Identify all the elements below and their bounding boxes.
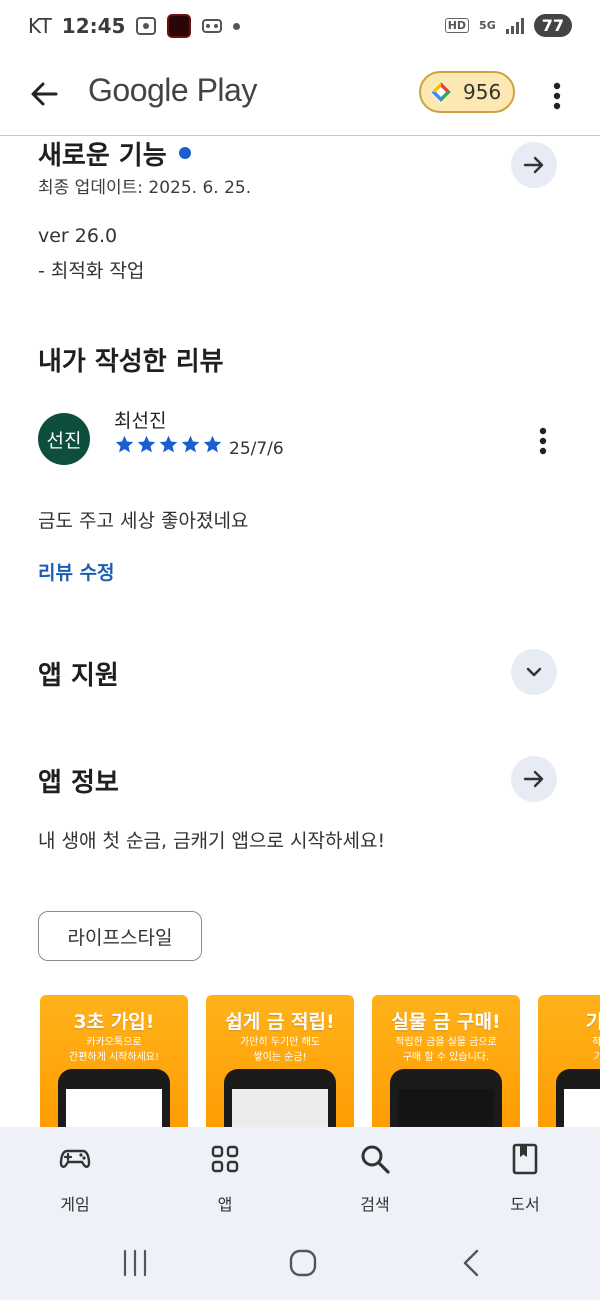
whats-new-title: 새로운 기능 bbox=[38, 141, 167, 171]
phone-mockup bbox=[58, 1069, 170, 1127]
whats-new-arrow-button[interactable] bbox=[511, 142, 557, 188]
status-left: KT 12:45 bbox=[28, 14, 241, 38]
screenshot-carousel[interactable]: 3초 가입! 카카오톡으로 간편하게 시작하세요! 쉽게 금 적립! 가만히 두… bbox=[0, 993, 600, 1127]
review-date: 25/7/6 bbox=[229, 439, 284, 459]
chevron-down-icon bbox=[526, 667, 542, 677]
screenshot-title: 쉽게 금 적립! bbox=[225, 1011, 335, 1033]
app-support-expand-button[interactable] bbox=[511, 649, 557, 695]
phone-screen bbox=[232, 1089, 328, 1127]
nav-item-games[interactable]: 게임 bbox=[25, 1143, 125, 1215]
play-points-icon bbox=[430, 81, 452, 103]
version-text: ver 26.0 bbox=[38, 225, 118, 247]
nav-label-games: 게임 bbox=[60, 1195, 90, 1214]
nav-label-search: 검색 bbox=[360, 1195, 390, 1214]
avatar: 선진 bbox=[38, 413, 90, 465]
app-info-title: 앱 정보 bbox=[38, 768, 119, 798]
phone-mockup bbox=[390, 1069, 502, 1127]
play-points-value: 956 bbox=[463, 80, 502, 104]
screenshot-subtitle-line: 카카오톡으로 bbox=[86, 1037, 142, 1048]
status-bar: KT 12:45 HD 5G 77 bbox=[0, 0, 600, 56]
battery-icon: 77 bbox=[533, 14, 572, 37]
recent-apps-icon[interactable] bbox=[117, 1247, 153, 1279]
screenshot-card[interactable]: 쉽게 금 적립! 가만히 두기만 해도 쌓이는 순금! bbox=[206, 995, 354, 1127]
search-icon bbox=[361, 1145, 390, 1174]
release-notes: - 최적화 작업 bbox=[38, 260, 145, 282]
screenshot-subtitle: 카카오톡으로 간편하게 시작하세요! bbox=[40, 1035, 188, 1065]
star-icon bbox=[115, 435, 134, 453]
phone-screen bbox=[564, 1089, 600, 1127]
app-support-title: 앱 지원 bbox=[38, 661, 119, 691]
review-text: 금도 주고 세상 좋아졌네요 bbox=[38, 510, 249, 532]
category-chip[interactable]: 라이프스타일 bbox=[38, 911, 202, 961]
screenshot-subtitle-line: 적립한 금을 실물 금으로 bbox=[395, 1037, 497, 1048]
screenshot-card[interactable]: 3초 가입! 카카오톡으로 간편하게 시작하세요! bbox=[40, 995, 188, 1127]
system-navigation-bar bbox=[0, 1225, 600, 1300]
screenshot-subtitle-line: 구매 할 수 있습니다. bbox=[402, 1052, 490, 1063]
apps-grid-icon bbox=[211, 1145, 239, 1173]
nav-item-apps[interactable]: 앱 bbox=[175, 1143, 275, 1215]
nav-item-search[interactable]: 검색 bbox=[325, 1143, 425, 1215]
app-bar: Google Play 956 bbox=[0, 56, 600, 136]
status-right: HD 5G 77 bbox=[444, 14, 572, 37]
screenshot-title: 실물 금 구매! bbox=[391, 1011, 501, 1033]
screenshot-title: 기프티 bbox=[585, 1011, 600, 1033]
screenshot-subtitle: 적립한 금을 실물 금으로 구매 할 수 있습니다. bbox=[372, 1035, 520, 1065]
my-review-title: 내가 작성한 리뷰 bbox=[38, 347, 224, 377]
screenshot-subtitle: 적립한 금 기프티콘 bbox=[538, 1035, 600, 1065]
edit-review-link[interactable]: 리뷰 수정 bbox=[38, 558, 115, 585]
hd-voice-icon: HD bbox=[444, 18, 470, 33]
new-indicator-dot bbox=[178, 146, 191, 159]
star-icon bbox=[203, 435, 222, 453]
back-icon[interactable] bbox=[453, 1247, 489, 1279]
signal-icon bbox=[505, 17, 524, 34]
game-app-notification-icon bbox=[167, 14, 192, 38]
screenshot-subtitle-line: 간편하게 시작하세요! bbox=[69, 1052, 159, 1063]
gamepad-icon bbox=[59, 1149, 91, 1168]
star-icon bbox=[159, 435, 178, 453]
voicemail-icon bbox=[202, 19, 223, 33]
screenshot-card[interactable]: 기프티 적립한 금 기프티콘 bbox=[538, 995, 600, 1127]
screenshot-subtitle-line: 쌓이는 순금! bbox=[253, 1052, 307, 1063]
app-description: 내 생애 첫 순금, 금캐기 앱으로 시작하세요! bbox=[38, 830, 386, 852]
screenshot-subtitle-line: 가만히 두기만 해도 bbox=[240, 1037, 320, 1048]
app-info-arrow-button[interactable] bbox=[511, 756, 557, 802]
more-notifications-dot-icon bbox=[233, 22, 241, 30]
arrow-right-icon bbox=[523, 156, 544, 174]
star-rating bbox=[114, 434, 223, 455]
last-updated: 최종 업데이트: 2025. 6. 25. bbox=[38, 178, 252, 198]
screenshot-subtitle-line: 기프티콘 bbox=[593, 1052, 600, 1063]
play-points-button[interactable]: 956 bbox=[419, 71, 515, 113]
review-more-options-icon[interactable] bbox=[528, 424, 558, 458]
phone-mockup bbox=[224, 1069, 336, 1127]
star-icon bbox=[137, 435, 156, 453]
nav-label-apps: 앱 bbox=[217, 1195, 233, 1214]
screenshot-subtitle-line: 적립한 금 bbox=[592, 1037, 600, 1048]
whats-new-heading: 새로운 기능 bbox=[38, 135, 191, 172]
reviewer-name: 최선진 bbox=[114, 410, 167, 432]
home-icon[interactable] bbox=[285, 1247, 321, 1279]
screenshot-card[interactable]: 실물 금 구매! 적립한 금을 실물 금으로 구매 할 수 있습니다. bbox=[372, 995, 520, 1127]
arrow-right-icon bbox=[523, 770, 544, 788]
screenshot-icon bbox=[136, 17, 157, 35]
clock: 12:45 bbox=[61, 14, 126, 38]
phone-screen bbox=[66, 1089, 162, 1127]
screenshot-title: 3초 가입! bbox=[73, 1011, 155, 1033]
bottom-navigation: 게임 앱 검색 도서 bbox=[0, 1127, 600, 1225]
more-options-icon[interactable] bbox=[542, 76, 572, 116]
book-icon bbox=[512, 1143, 538, 1175]
phone-mockup bbox=[556, 1069, 600, 1127]
phone-screen bbox=[398, 1089, 494, 1127]
network-5g-icon: 5G bbox=[479, 18, 496, 32]
star-icon bbox=[181, 435, 200, 453]
screenshot-subtitle: 가만히 두기만 해도 쌓이는 순금! bbox=[206, 1035, 354, 1065]
carrier-label: KT bbox=[28, 14, 52, 38]
nav-item-books[interactable]: 도서 bbox=[475, 1143, 575, 1215]
back-arrow-icon[interactable] bbox=[24, 74, 64, 114]
nav-label-books: 도서 bbox=[510, 1195, 540, 1214]
google-play-title: Google Play bbox=[88, 72, 257, 108]
